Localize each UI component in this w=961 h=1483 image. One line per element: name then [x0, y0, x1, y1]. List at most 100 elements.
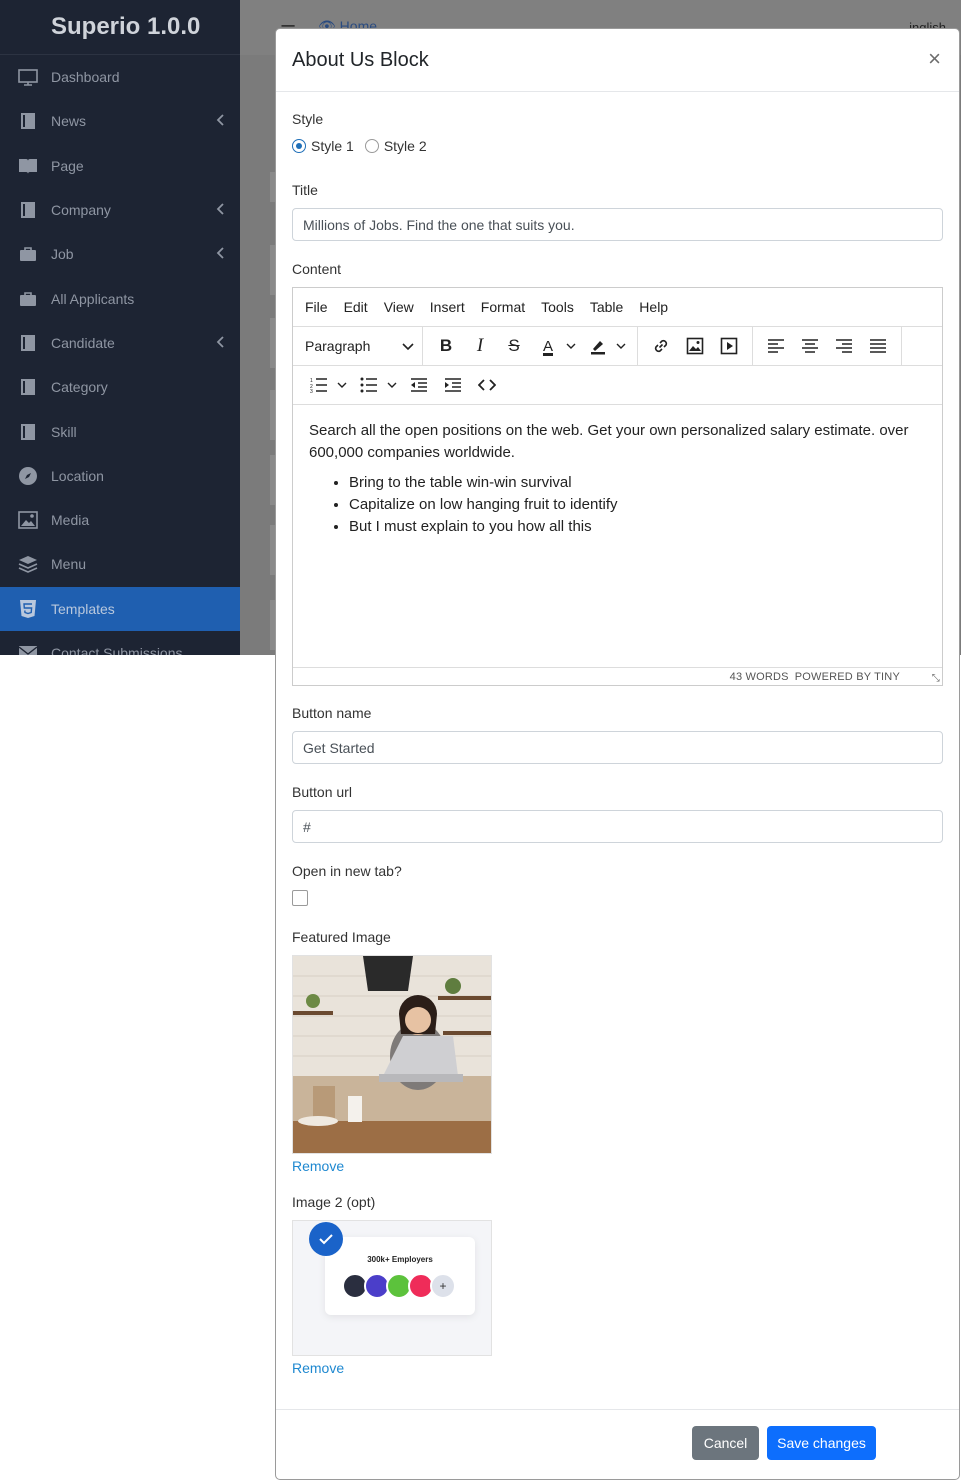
powered-by-link[interactable]: POWERED BY TINY [795, 671, 900, 683]
sidebar-item-templates[interactable]: Templates [0, 586, 240, 631]
sidebar-item-all-applicants[interactable]: All Applicants [0, 276, 240, 320]
sidebar-item-company[interactable]: Company [0, 188, 240, 232]
sidebar-item-job[interactable]: Job [0, 232, 240, 276]
book-open-icon [17, 157, 39, 175]
chevron-left-icon [216, 202, 224, 218]
sidebar-item-page[interactable]: Page [0, 144, 240, 188]
list-item: Bring to the table win-win survival [349, 472, 926, 494]
resize-handle-icon[interactable]: ⤡ [932, 673, 940, 684]
book-icon [17, 201, 39, 219]
chevron-down-icon [402, 338, 414, 354]
image-icon[interactable] [681, 332, 709, 360]
button-name-input[interactable]: Get Started [292, 731, 943, 764]
sidebar-item-label: Skill [51, 423, 77, 440]
save-changes-button[interactable]: Save changes [767, 1426, 876, 1460]
menu-table[interactable]: Table [590, 299, 623, 315]
svg-text:3: 3 [310, 389, 313, 393]
menu-tools[interactable]: Tools [541, 299, 574, 315]
title-input[interactable]: Millions of Jobs. Find the one that suit… [292, 208, 943, 241]
text-format-group: B I S A [423, 326, 638, 366]
italic-icon[interactable]: I [466, 332, 494, 360]
employer-logos: + [342, 1273, 456, 1299]
sidebar-item-media[interactable]: Media [0, 498, 240, 542]
alignment-group [753, 326, 902, 366]
new-tab-label: Open in new tab? [292, 863, 402, 879]
style-2-label: Style 2 [383, 138, 427, 154]
media-icon[interactable] [715, 332, 743, 360]
sidebar-item-label: Media [51, 512, 90, 529]
menu-edit[interactable]: Edit [344, 299, 368, 315]
word-count[interactable]: 43 WORDS [730, 671, 789, 683]
bullet-list-icon[interactable] [355, 371, 383, 399]
chevron-down-icon[interactable] [565, 343, 577, 349]
list-item: Capitalize on low hanging fruit to ident… [349, 494, 926, 516]
align-justify-icon[interactable] [864, 332, 892, 360]
menu-format[interactable]: Format [481, 299, 525, 315]
featured-image-preview[interactable] [292, 955, 492, 1154]
numbered-list-icon[interactable]: 123 [305, 371, 333, 399]
editor-toolbar-row-1: Paragraph B I S A [293, 326, 942, 366]
chevron-down-icon[interactable] [615, 343, 627, 349]
close-icon[interactable]: × [928, 48, 941, 70]
style-label: Style [292, 111, 324, 127]
layers-icon [17, 555, 39, 574]
align-center-icon[interactable] [796, 332, 824, 360]
sidebar-item-menu[interactable]: Menu [0, 542, 240, 586]
chevron-down-icon[interactable] [386, 382, 398, 388]
indent-icon[interactable] [439, 371, 467, 399]
sidebar-item-contact-submissions[interactable]: Contact Submissions [0, 631, 240, 655]
sidebar-item-news[interactable]: News [0, 99, 240, 143]
style-1-radio[interactable] [292, 139, 306, 153]
featured-image-label: Featured Image [292, 929, 391, 945]
strikethrough-icon[interactable]: S [500, 332, 528, 360]
chevron-down-icon[interactable] [336, 382, 348, 388]
modal-header: About Us Block × [276, 29, 959, 92]
editor-paragraph: Search all the open positions on the web… [309, 422, 909, 461]
sidebar-item-label: Location [51, 467, 104, 484]
source-code-icon[interactable] [473, 371, 501, 399]
link-icon[interactable] [647, 332, 675, 360]
bold-icon[interactable]: B [432, 332, 460, 360]
style-2-option[interactable]: Style 2 [364, 138, 427, 154]
highlight-icon[interactable] [584, 332, 612, 360]
new-tab-checkbox[interactable] [292, 890, 308, 906]
sidebar-item-category[interactable]: Category [0, 365, 240, 409]
editor-content-area[interactable]: Search all the open positions on the web… [293, 405, 942, 667]
sidebar-item-location[interactable]: Location [0, 454, 240, 498]
editor-bullet-list: Bring to the table win-win survival Capi… [309, 472, 926, 538]
text-color-icon[interactable]: A [534, 332, 562, 360]
book-icon [17, 378, 39, 396]
sidebar-item-skill[interactable]: Skill [0, 409, 240, 453]
chevron-left-icon [216, 246, 224, 262]
menu-file[interactable]: File [305, 299, 328, 315]
chevron-left-icon [216, 335, 224, 351]
sidebar-item-label: Contact Submissions [51, 645, 183, 655]
remove-image-2-link[interactable]: Remove [292, 1360, 943, 1376]
block-format-select[interactable]: Paragraph [293, 326, 423, 366]
briefcase-icon [17, 290, 39, 308]
plus-icon: + [430, 1273, 456, 1299]
align-left-icon[interactable] [762, 332, 790, 360]
button-url-input[interactable]: # [292, 810, 943, 843]
remove-featured-image-link[interactable]: Remove [292, 1158, 943, 1174]
editor-statusbar: 43 WORDS POWERED BY TINY ⤡ [293, 667, 942, 685]
style-2-radio[interactable] [364, 139, 379, 153]
block-format-value: Paragraph [305, 338, 371, 354]
sidebar-item-label: News [51, 113, 87, 130]
align-right-icon[interactable] [830, 332, 858, 360]
sidebar-item-candidate[interactable]: Candidate [0, 321, 240, 365]
menu-view[interactable]: View [384, 299, 414, 315]
image-2-preview[interactable]: 300k+ Employers + [292, 1220, 492, 1356]
sidebar-item-dashboard[interactable]: Dashboard [0, 55, 240, 99]
sidebar-item-label: Menu [51, 556, 87, 573]
outdent-icon[interactable] [405, 371, 433, 399]
sidebar-nav: Dashboard News Page Company Job All Applicant… [0, 55, 240, 655]
style-1-label: Style 1 [311, 138, 354, 154]
modal-title: About Us Block [292, 48, 429, 71]
menu-insert[interactable]: Insert [430, 299, 465, 315]
menu-help[interactable]: Help [639, 299, 668, 315]
list-item: But I must explain to you how all this [349, 516, 926, 538]
style-1-option[interactable]: Style 1 [292, 138, 354, 154]
cancel-button[interactable]: Cancel [692, 1426, 759, 1460]
content-label: Content [292, 261, 342, 277]
